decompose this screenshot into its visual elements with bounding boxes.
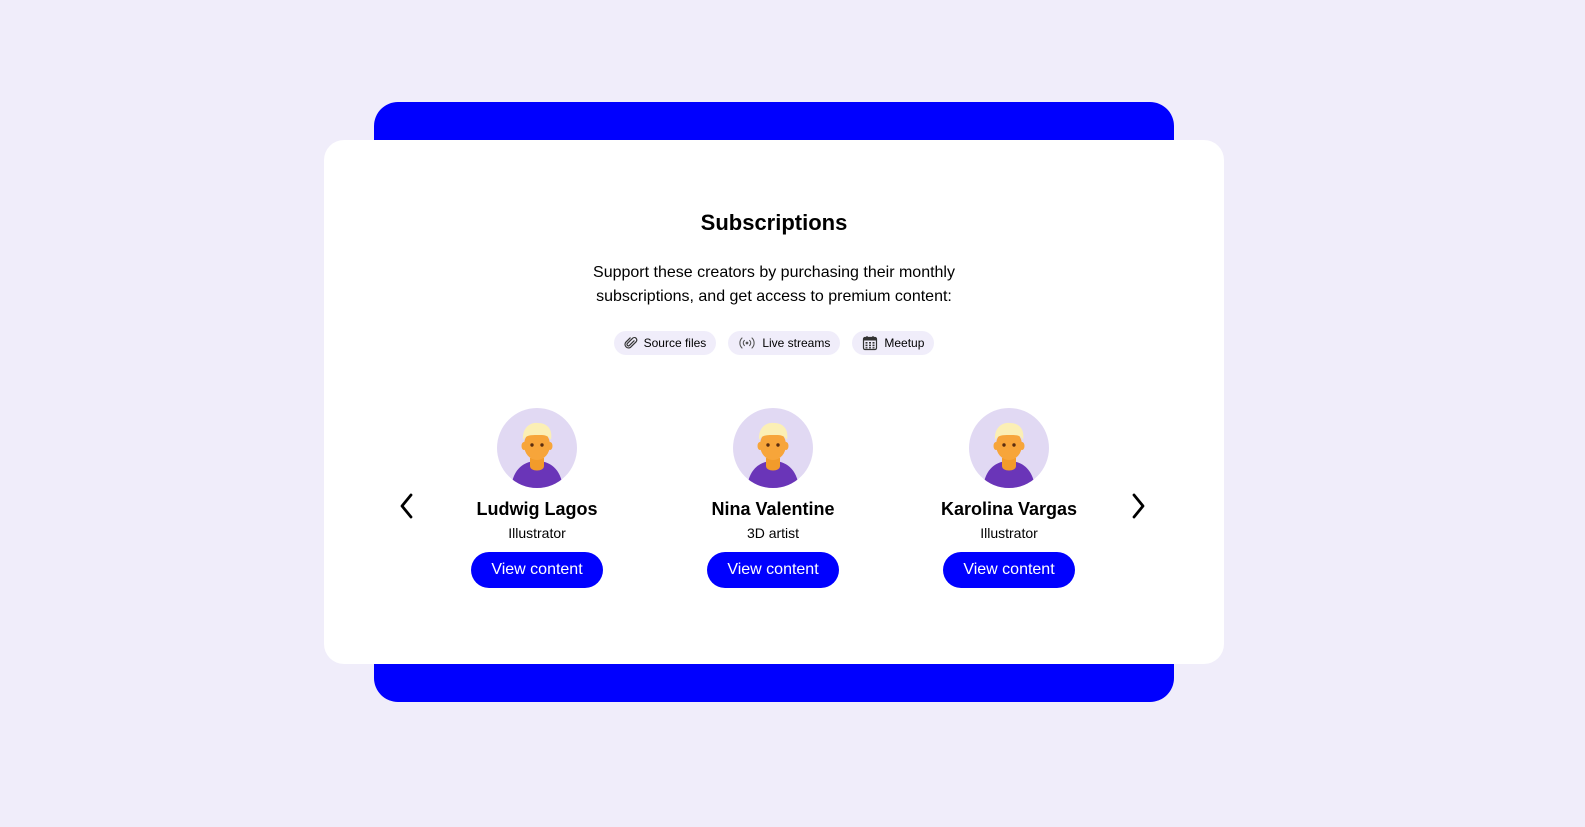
- calendar-icon: [862, 335, 878, 351]
- avatar: [969, 408, 1049, 488]
- creator-card: Karolina Vargas Illustrator View content: [909, 408, 1109, 588]
- tag-label: Meetup: [884, 336, 925, 350]
- view-content-button[interactable]: View content: [471, 552, 603, 588]
- creator-name: Ludwig Lagos: [476, 499, 598, 519]
- creator-card: Ludwig Lagos Illustrator View content: [437, 408, 637, 588]
- creator-card: Nina Valentine 3D artist View content: [673, 408, 873, 588]
- broadcast-icon: [738, 336, 756, 350]
- creator-carousel: Ludwig Lagos Illustrator View content Ni…: [324, 408, 1224, 598]
- tag-label: Live streams: [762, 336, 831, 350]
- avatar: [497, 408, 577, 488]
- avatar: [733, 408, 813, 488]
- view-content-button[interactable]: View content: [707, 552, 839, 588]
- subscriptions-card: Subscriptions Support these creators by …: [324, 140, 1224, 664]
- creator-role: 3D artist: [746, 525, 800, 541]
- description-line: Support these creators by purchasing the…: [593, 264, 955, 281]
- paperclip-icon: [624, 336, 638, 350]
- creator-name: Karolina Vargas: [940, 499, 1078, 519]
- tag-live-streams: Live streams: [728, 331, 841, 355]
- description: Support these creators by purchasing the…: [324, 261, 1224, 309]
- page-title: Subscriptions: [700, 210, 848, 235]
- carousel-next-button[interactable]: [1124, 490, 1154, 526]
- creator-name: Nina Valentine: [711, 499, 835, 519]
- tag-source-files: Source files: [613, 331, 717, 355]
- tag-label: Source files: [643, 336, 707, 350]
- chevron-right-icon: [1131, 492, 1147, 525]
- tag-list: Source files Live streams Meetup: [324, 331, 1224, 355]
- view-content-button[interactable]: View content: [943, 552, 1075, 588]
- description-line: subscriptions, and get access to premium…: [596, 288, 952, 305]
- creator-role: Illustrator: [508, 525, 566, 541]
- creator-role: Illustrator: [980, 525, 1038, 541]
- tag-meetup: Meetup: [852, 331, 935, 355]
